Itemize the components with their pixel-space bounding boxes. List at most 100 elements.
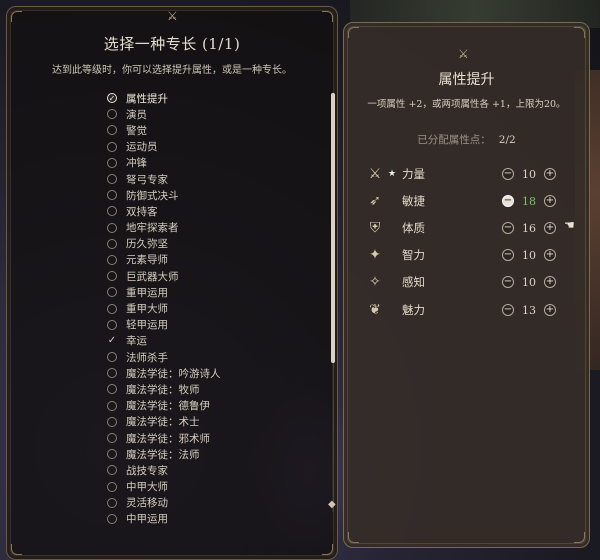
feat-option[interactable]: 轻甲运用	[107, 317, 221, 333]
radio-button[interactable]	[107, 109, 117, 120]
radio-button[interactable]	[107, 254, 117, 265]
ability-name: 敏捷	[402, 194, 425, 208]
radio-button[interactable]	[107, 497, 117, 508]
feat-option[interactable]: 魔法学徒：术士	[107, 414, 221, 430]
radio-button[interactable]: ✓	[107, 93, 117, 104]
increase-button[interactable]: +	[544, 195, 556, 207]
decrease-button[interactable]: −	[502, 195, 514, 207]
scrollbar-thumb[interactable]	[331, 93, 335, 363]
feat-option[interactable]: 双持客	[107, 203, 221, 219]
intelligence-icon: ✦	[369, 247, 381, 263]
feat-option[interactable]: 冲锋	[107, 155, 221, 171]
decrease-button[interactable]: −	[502, 304, 514, 316]
ability-value: 10	[522, 167, 536, 181]
decrease-button[interactable]: −	[502, 276, 514, 288]
feat-option[interactable]: 灵活移动	[107, 495, 221, 511]
feat-option[interactable]: 魔法学徒：法师	[107, 446, 221, 462]
ability-row: ⚔ ★ 力量 −10 +	[364, 163, 569, 185]
feat-option[interactable]: ✓ 属性提升	[107, 90, 221, 106]
feat-option[interactable]: 魔法学徒：德鲁伊	[107, 398, 221, 414]
radio-button[interactable]	[107, 271, 117, 282]
radio-button[interactable]	[107, 222, 117, 233]
feat-label: 运动员	[126, 141, 158, 154]
panel-title: 属性提升	[438, 72, 495, 88]
scroll-end-icon: ◆	[328, 499, 336, 510]
radio-button[interactable]	[107, 368, 117, 379]
feat-label: 地牢探索者	[126, 222, 179, 235]
feat-list: ✓ 属性提升演员警觉运动员 冲锋 弩弓专家 防御式决斗 双持客地牢探索者 历久弥坚 元素导师巨…	[107, 90, 221, 527]
feat-option[interactable]: 运动员	[107, 139, 221, 155]
radio-button[interactable]	[107, 449, 117, 460]
panel-title: 选择一种专长 (1/1)	[103, 35, 241, 53]
crossed-swords-icon: ⚔	[167, 9, 178, 23]
radio-button[interactable]	[107, 157, 117, 168]
feat-option[interactable]: 战技专家	[107, 462, 221, 478]
feat-option[interactable]: 中甲大师	[107, 479, 221, 495]
ability-value: 16	[522, 221, 536, 235]
radio-button[interactable]	[107, 433, 117, 444]
points-label: 已分配属性点：	[417, 134, 491, 146]
points-value: 2/2	[498, 134, 516, 146]
corner-ornament	[574, 27, 585, 38]
increase-button[interactable]: +	[544, 222, 556, 234]
gauntlet-cursor-icon: ☚	[564, 218, 575, 232]
feat-option[interactable]: 中甲运用	[107, 511, 221, 527]
increase-button[interactable]: +	[544, 249, 556, 261]
feat-label: 幸运	[126, 335, 147, 348]
radio-button[interactable]	[107, 287, 117, 298]
feat-label: 重甲运用	[126, 286, 168, 299]
feat-label: 轻甲运用	[126, 319, 168, 332]
feat-label: 魔法学徒：德鲁伊	[126, 400, 210, 413]
ability-row: ✧ 感知 −10 +	[364, 271, 569, 293]
feat-option[interactable]: 重甲大师	[107, 300, 221, 316]
panel-description: 一项属性 +2，或两项属性各 +1，上限为20。	[367, 99, 566, 110]
radio-button[interactable]	[107, 416, 117, 427]
feat-label: 灵活移动	[126, 497, 168, 510]
decrease-button[interactable]: −	[502, 249, 514, 261]
feat-option[interactable]: 巨武器大师	[107, 268, 221, 284]
corner-ornament	[574, 532, 585, 543]
radio-button[interactable]	[107, 174, 117, 185]
corner-ornament	[348, 27, 359, 38]
feat-option[interactable]: 魔法学徒：牧师	[107, 381, 221, 397]
checkmark-icon[interactable]: ✓	[107, 335, 117, 346]
feat-option[interactable]: 地牢探索者	[107, 220, 221, 236]
feat-option[interactable]: 历久弥坚	[107, 236, 221, 252]
feat-label: 魔法学徒：邪术师	[126, 432, 210, 445]
feat-option[interactable]: 防御式决斗	[107, 187, 221, 203]
decrease-button[interactable]: −	[502, 222, 514, 234]
feat-selection-panel: ⚔ 选择一种专长 (1/1) 达到此等级时，你可以选择提升属性，或是一种专长。 …	[6, 6, 338, 560]
radio-button[interactable]	[107, 190, 117, 201]
feat-option[interactable]: 魔法学徒：吟游诗人	[107, 365, 221, 381]
feat-label: 演员	[126, 108, 147, 121]
wisdom-icon: ✧	[369, 274, 381, 290]
feat-option[interactable]: 魔法学徒：邪术师	[107, 430, 221, 446]
increase-button[interactable]: +	[544, 304, 556, 316]
radio-button[interactable]	[107, 125, 117, 136]
radio-button[interactable]	[107, 206, 117, 217]
increase-button[interactable]: +	[544, 276, 556, 288]
feat-option[interactable]: ✓ 幸运	[107, 333, 221, 349]
feat-option[interactable]: 元素导师	[107, 252, 221, 268]
feat-label: 中甲大师	[126, 481, 168, 494]
radio-button[interactable]	[107, 400, 117, 411]
feat-option[interactable]: 重甲运用	[107, 284, 221, 300]
feat-option[interactable]: 警觉	[107, 122, 221, 138]
radio-button[interactable]	[107, 384, 117, 395]
decrease-button[interactable]: −	[502, 168, 514, 180]
radio-button[interactable]	[107, 352, 117, 363]
ability-row: ⛨ 体质 −16 +	[364, 217, 569, 239]
radio-button[interactable]	[107, 238, 117, 249]
radio-button[interactable]	[107, 481, 117, 492]
feat-option[interactable]: 弩弓专家	[107, 171, 221, 187]
radio-button[interactable]	[107, 513, 117, 524]
feat-option[interactable]: 法师杀手	[107, 349, 221, 365]
radio-button[interactable]	[107, 303, 117, 314]
constitution-icon: ⛨	[369, 220, 381, 236]
radio-button[interactable]	[107, 141, 117, 152]
radio-button[interactable]	[107, 465, 117, 476]
radio-button[interactable]	[107, 319, 117, 330]
feat-label: 警觉	[126, 124, 147, 137]
feat-option[interactable]: 演员	[107, 106, 221, 122]
increase-button[interactable]: +	[544, 168, 556, 180]
